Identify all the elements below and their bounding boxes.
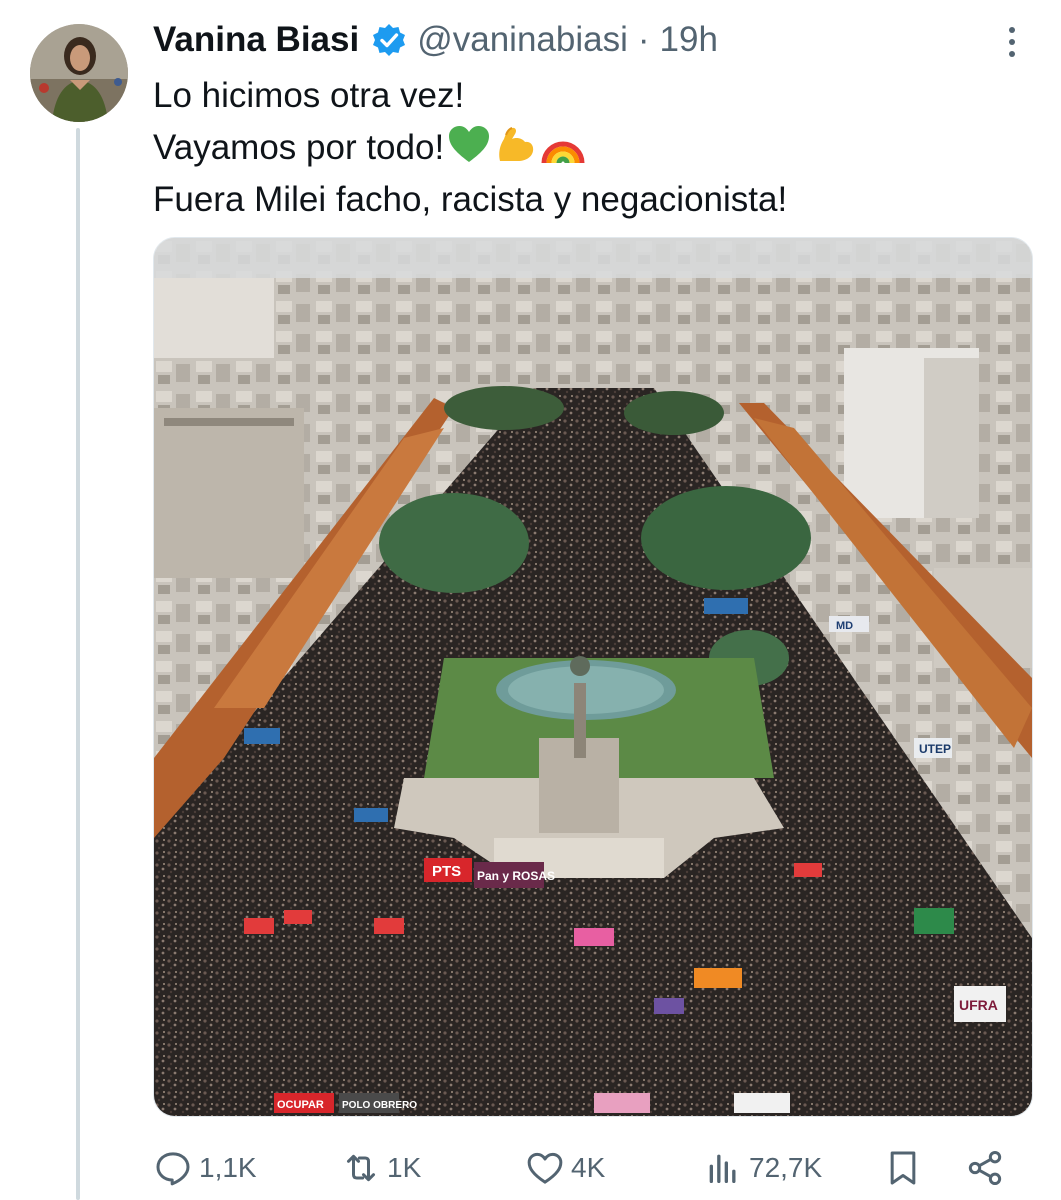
- author-name[interactable]: Vanina Biasi: [153, 18, 359, 62]
- tweet-text: Lo hicimos otra vez! Vayamos por todo! F…: [153, 70, 787, 226]
- banner-utep: UTEP: [919, 742, 951, 756]
- author-handle[interactable]: @vaninabiasi: [417, 18, 628, 62]
- like-count: 4K: [571, 1152, 606, 1183]
- tweet-photo[interactable]: PTS Pan y ROSAS UTEP MD UFRA OCUPAR POLO…: [153, 237, 1033, 1117]
- views-button[interactable]: 72,7K: [703, 1140, 822, 1196]
- banner-md: MD: [836, 620, 853, 632]
- separator-dot: ·: [637, 20, 650, 59]
- more-options-icon[interactable]: [992, 22, 1032, 62]
- tweet-line-2: Vayamos por todo!: [153, 122, 787, 174]
- tweet-line-1: Lo hicimos otra vez!: [153, 76, 465, 115]
- tweet-actions: 1,1K 1K 4K 72,7K: [153, 1140, 1033, 1196]
- views-chart-icon: [709, 1154, 736, 1183]
- like-button[interactable]: 4K: [525, 1140, 605, 1196]
- verified-badge-icon: [371, 22, 407, 58]
- banner-pts: PTS: [432, 863, 461, 880]
- reply-icon: [156, 1152, 190, 1186]
- banner-ocupar: OCUPAR: [277, 1099, 324, 1111]
- banner-pan-y-rosas: Pan y ROSAS: [477, 869, 555, 883]
- repost-icon: [347, 1154, 375, 1182]
- bookmark-button[interactable]: [883, 1140, 929, 1196]
- tweet-timestamp[interactable]: 19h: [660, 18, 718, 62]
- thread-line: [76, 128, 80, 1200]
- share-icon: [968, 1151, 1002, 1185]
- repost-button[interactable]: 1K: [341, 1140, 421, 1196]
- reply-count: 1,1K: [199, 1152, 257, 1183]
- tweet-header: Vanina Biasi @vaninabiasi · 19h: [153, 18, 718, 62]
- bookmark-icon: [890, 1151, 916, 1185]
- repost-count: 1K: [387, 1152, 422, 1183]
- banner-ufra: UFRA: [959, 997, 998, 1013]
- flexed-biceps-icon: [494, 123, 536, 180]
- banner-polo-obrero: POLO OBRERO: [342, 1100, 417, 1111]
- rainbow-icon: [540, 123, 586, 180]
- green-heart-icon: [448, 125, 490, 180]
- tweet-line-3: Fuera Milei facho, racista y negacionist…: [153, 180, 788, 219]
- author-avatar[interactable]: [30, 24, 128, 122]
- share-button[interactable]: [965, 1140, 1011, 1196]
- reply-button[interactable]: 1,1K: [153, 1140, 257, 1196]
- heart-icon: [527, 1152, 563, 1184]
- views-count: 72,7K: [749, 1152, 823, 1183]
